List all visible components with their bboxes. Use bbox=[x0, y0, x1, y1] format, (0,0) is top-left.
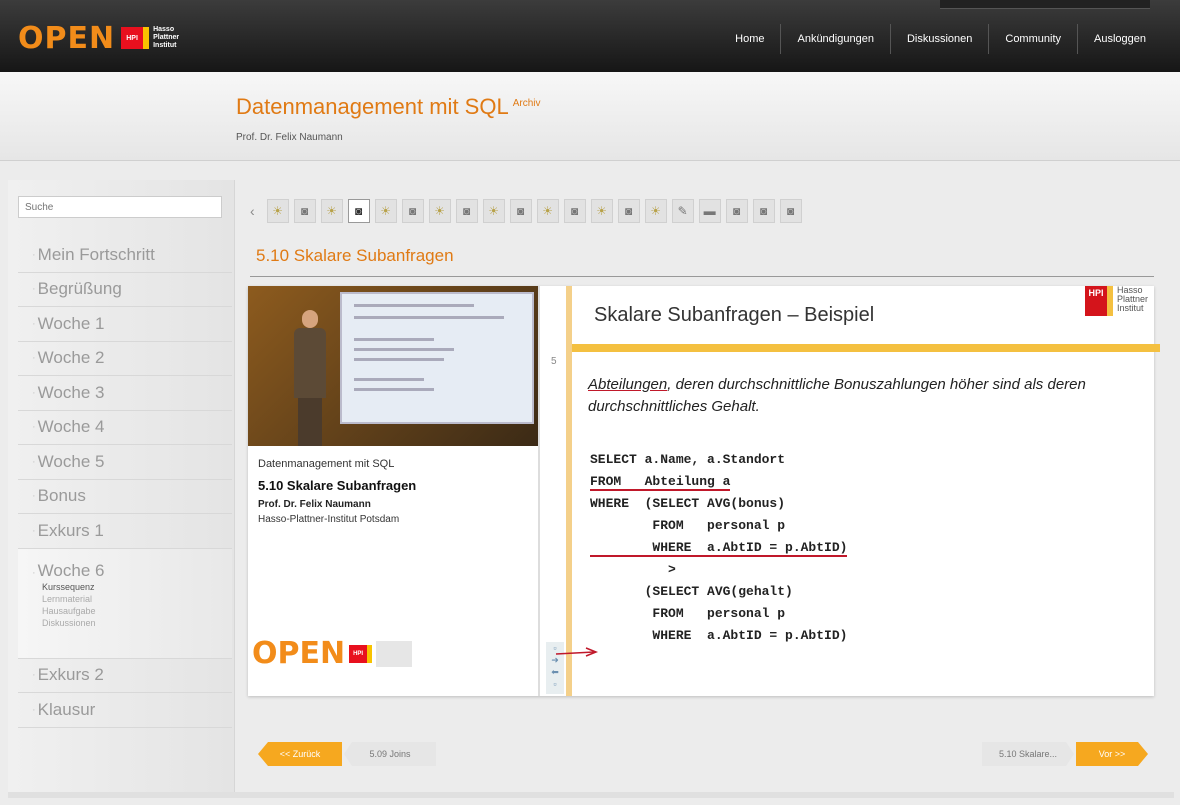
sidebar-item-progress[interactable]: · Mein Fortschritt bbox=[18, 238, 232, 273]
code-line: WHERE a.AbtID = p.AbtID) bbox=[590, 628, 848, 643]
week6-sub-sequence[interactable]: Kurssequenz bbox=[42, 581, 95, 593]
course-professor: Prof. Dr. Felix Naumann bbox=[236, 132, 343, 143]
slide-header: Skalare Subanfragen – Beispiel HPI Hasso… bbox=[572, 286, 1160, 352]
course-title: Datenmanagement mit SQL Archiv bbox=[236, 94, 541, 119]
hpi-logo: HPI Hasso Plattner Institut bbox=[1084, 286, 1148, 316]
nav-logout[interactable]: Ausloggen bbox=[1077, 24, 1162, 54]
open-hpi-logo[interactable]: OPEN HPI Hasso Plattner Institut bbox=[18, 18, 179, 58]
bulb-icon[interactable]: ☀ bbox=[374, 199, 397, 223]
sidebar-item-week4[interactable]: · Woche 4 bbox=[18, 411, 232, 445]
week6-sub-discussions[interactable]: Diskussionen bbox=[42, 617, 96, 629]
hpi-badge: HPI bbox=[121, 27, 150, 49]
sidebar-item-exam[interactable]: · Klausur bbox=[18, 693, 232, 728]
nav-discussions[interactable]: Diskussionen bbox=[889, 24, 988, 54]
annotation-arrow-icon bbox=[555, 647, 599, 657]
next-button[interactable]: Vor >> bbox=[1076, 742, 1148, 766]
meta-institute: Hasso-Plattner-Institut Potsdam bbox=[258, 514, 400, 525]
code-line: SELECT a.Name, a.Standort bbox=[590, 452, 786, 467]
sidebar-item-week6[interactable]: · Woche 6 Kurssequenz Lernmaterial Hausau… bbox=[18, 548, 232, 659]
presenter bbox=[292, 310, 328, 446]
edit-icon[interactable]: ✎ bbox=[671, 199, 694, 223]
sidebar-item-bonus[interactable]: · Bonus bbox=[18, 480, 232, 514]
search-input[interactable] bbox=[18, 196, 222, 218]
code-line: FROM personal p bbox=[590, 606, 786, 621]
meta-course: Datenmanagement mit SQL bbox=[258, 458, 395, 470]
camera-icon[interactable]: ◙ bbox=[617, 199, 640, 223]
top-strip bbox=[940, 0, 1150, 9]
code-line: FROM Abteilung a bbox=[590, 474, 731, 491]
chevron-left-icon[interactable]: ‹ bbox=[250, 203, 255, 219]
slide-number: 5 bbox=[551, 356, 557, 367]
camera-icon[interactable]: ◙ bbox=[401, 199, 424, 223]
code-line: > bbox=[590, 562, 676, 577]
player-divider bbox=[538, 286, 540, 696]
bulb-icon[interactable]: ☀ bbox=[644, 199, 667, 223]
meta-professor: Prof. Dr. Felix Naumann bbox=[258, 499, 371, 510]
sidebar-item-welcome[interactable]: · Begrüßung bbox=[18, 273, 232, 307]
course-header: Datenmanagement mit SQL Archiv Prof. Dr. … bbox=[0, 72, 1180, 161]
bulb-icon[interactable]: ☀ bbox=[266, 199, 289, 223]
section-title: 5.10 Skalare Subanfragen bbox=[256, 246, 454, 265]
slide: Skalare Subanfragen – Beispiel HPI Hasso… bbox=[555, 286, 1160, 696]
nav-community[interactable]: Community bbox=[988, 24, 1077, 54]
week6-sub-homework[interactable]: Hausaufgabe bbox=[42, 605, 96, 617]
camera-icon[interactable]: ◙ bbox=[779, 199, 802, 223]
code-line: FROM personal p bbox=[590, 518, 786, 533]
camera-icon[interactable]: ◙ bbox=[455, 199, 478, 223]
slide-title: Skalare Subanfragen – Beispiel bbox=[594, 304, 875, 326]
bulb-icon[interactable]: ☀ bbox=[590, 199, 613, 223]
sidebar: ·Mein Fortschritt ·Begrüßung ·Woche 1 ·W… bbox=[8, 180, 235, 795]
card-icon[interactable]: ▬ bbox=[698, 199, 721, 223]
code-line: WHERE (SELECT AVG(bonus) bbox=[590, 496, 786, 511]
camera-icon[interactable]: ◙ bbox=[563, 199, 586, 223]
week6-label: · Woche 6 bbox=[32, 560, 105, 580]
sidebar-item-week5[interactable]: · Woche 5 bbox=[18, 445, 232, 480]
footer-shadow bbox=[8, 792, 1174, 798]
camera-icon[interactable]: ◙ bbox=[752, 199, 775, 223]
slide-tool-icon[interactable]: ▫ bbox=[546, 678, 564, 690]
video-player[interactable]: Datenmanagement mit SQL 5.10 Skalare Sub… bbox=[248, 286, 1160, 696]
archive-badge: Archiv bbox=[512, 97, 541, 109]
bulb-icon[interactable]: ☀ bbox=[536, 199, 559, 223]
week6-sub-material[interactable]: Lernmaterial bbox=[42, 593, 92, 605]
video-meta: Datenmanagement mit SQL 5.10 Skalare Sub… bbox=[258, 458, 528, 525]
slide-text: Abteilungen, deren durchschnittliche Bon… bbox=[588, 376, 1086, 415]
nav-announcements[interactable]: Ankündigungen bbox=[780, 24, 889, 54]
camera-icon[interactable]: ◙ bbox=[347, 199, 370, 223]
top-bar: OPEN HPI Hasso Plattner Institut Home Ankü… bbox=[0, 0, 1180, 72]
previous-lesson-label[interactable]: 5.09 Joins bbox=[344, 742, 436, 766]
sidebar-item-excursion1[interactable]: · Exkurs 1 bbox=[18, 514, 232, 549]
camera-icon[interactable]: ◙ bbox=[725, 199, 748, 223]
bulb-icon[interactable]: ☀ bbox=[320, 199, 343, 223]
logo-open-text: OPEN bbox=[18, 20, 116, 56]
main-nav: Home Ankündigungen Diskussionen Communit… bbox=[719, 24, 1162, 54]
next-lesson-label[interactable]: 5.10 Skalare... bbox=[982, 742, 1074, 766]
main-content: ‹ ☀ ◙ ☀ ◙ ☀ ◙ ☀ ◙ ☀ ◙ ☀ ◙ ☀ ◙ ☀ ✎ ▬ ◙ ◙ … bbox=[236, 180, 1180, 805]
camera-icon[interactable]: ◙ bbox=[509, 199, 532, 223]
arrow-left-icon[interactable]: ⬅ bbox=[546, 666, 564, 678]
logo-institute-text: Hasso Plattner Institut bbox=[153, 26, 180, 49]
camera-icon[interactable]: ◙ bbox=[293, 199, 316, 223]
sidebar-list: · Mein Fortschritt · Begrüßung · Woche 1 · W… bbox=[18, 238, 232, 728]
back-button[interactable]: << Zurück bbox=[258, 742, 342, 766]
nav-home[interactable]: Home bbox=[719, 24, 780, 54]
sql-code: SELECT a.Name, a.Standort FROM Abteilung… bbox=[555, 450, 848, 657]
speaker-video[interactable] bbox=[248, 286, 538, 446]
whiteboard bbox=[340, 292, 534, 424]
bulb-icon[interactable]: ☀ bbox=[428, 199, 451, 223]
code-line: WHERE a.AbtID = p.AbtID) bbox=[590, 540, 848, 557]
sidebar-item-excursion2[interactable]: · Exkurs 2 bbox=[18, 659, 232, 693]
bulb-icon[interactable]: ☀ bbox=[482, 199, 505, 223]
divider bbox=[250, 276, 1154, 277]
lesson-navigation: ‹ ☀ ◙ ☀ ◙ ☀ ◙ ☀ ◙ ☀ ◙ ☀ ◙ ☀ ◙ ☀ ✎ ▬ ◙ ◙ … bbox=[250, 196, 807, 226]
pager: << Zurück 5.09 Joins 5.10 Skalare... Vor… bbox=[248, 726, 1154, 780]
meta-title: 5.10 Skalare Subanfragen bbox=[258, 478, 417, 493]
sidebar-item-week3[interactable]: · Woche 3 bbox=[18, 376, 232, 411]
sidebar-item-week1[interactable]: · Woche 1 bbox=[18, 307, 232, 342]
sidebar-item-week2[interactable]: · Woche 2 bbox=[18, 342, 232, 376]
open-hpi-logo-small: OPEN HPI bbox=[252, 636, 413, 671]
code-line: (SELECT AVG(gehalt) bbox=[590, 584, 793, 599]
